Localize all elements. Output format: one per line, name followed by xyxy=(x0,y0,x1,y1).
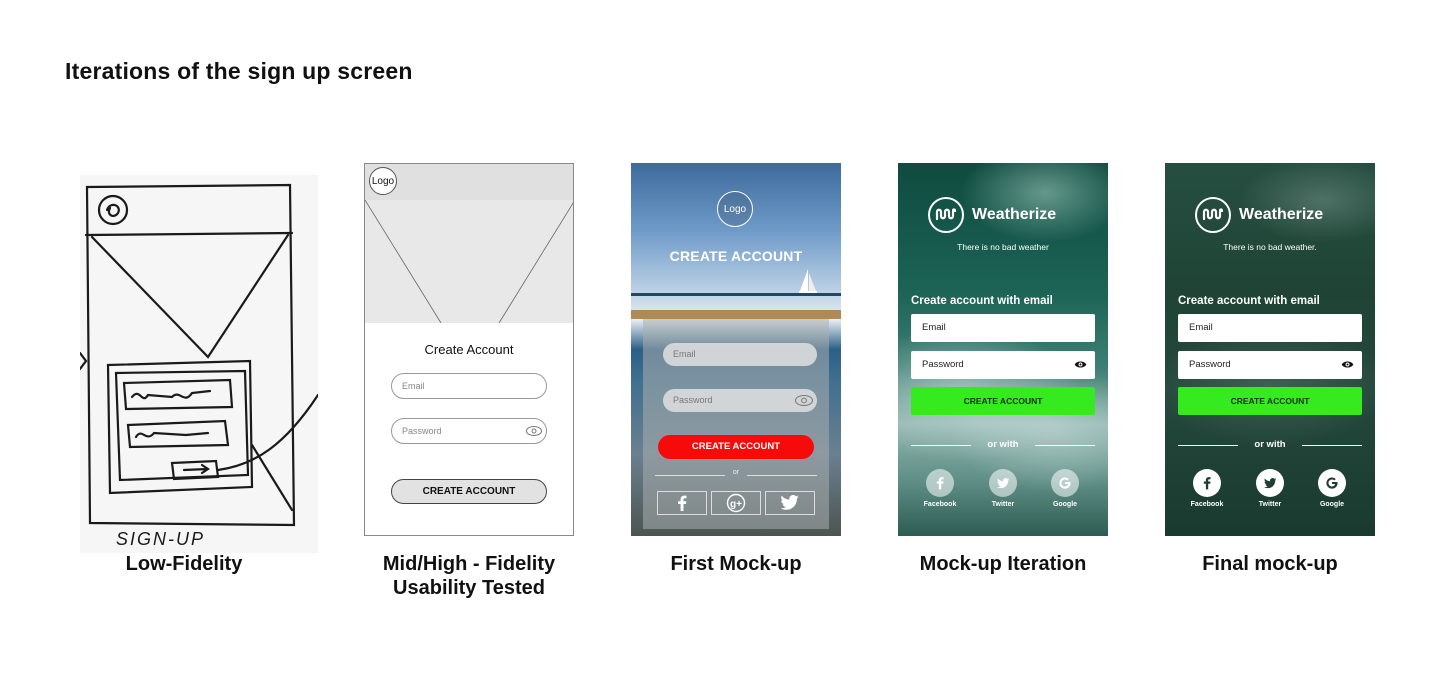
google-label: Google xyxy=(1052,501,1078,508)
caption-iteration: Mock-up Iteration xyxy=(919,553,1087,575)
brand-name: Weatherize xyxy=(972,206,1057,223)
signup-heading: Create account with email xyxy=(911,295,1053,307)
brand-name: Weatherize xyxy=(1239,206,1324,223)
password-field[interactable]: Password xyxy=(911,351,1095,379)
google-plus-icon: g+ xyxy=(726,493,746,513)
image-placeholder xyxy=(365,199,573,324)
password-placeholder: Password xyxy=(1189,359,1231,370)
sailboat-icon xyxy=(799,269,817,293)
divider-left xyxy=(655,475,725,476)
twitter-label: Twitter xyxy=(991,501,1015,508)
facebook-label: Facebook xyxy=(923,501,957,508)
facebook-label: Facebook xyxy=(1190,501,1224,508)
password-field[interactable]: Password xyxy=(391,418,547,444)
divider-right xyxy=(1035,445,1095,446)
facebook-button[interactable] xyxy=(657,491,707,515)
svg-text:g+: g+ xyxy=(730,499,742,510)
iteration-mockup: Weatherize There is no bad weather Creat… xyxy=(898,163,1108,536)
twitter-icon xyxy=(996,477,1009,488)
eye-icon[interactable] xyxy=(795,395,813,406)
signup-heading: Create account with email xyxy=(1178,295,1320,307)
lowfi-sketch-drawing: SIGN-UP xyxy=(80,175,318,553)
wave-logo-icon xyxy=(1202,208,1224,221)
tagline: There is no bad weather xyxy=(957,242,1049,252)
password-placeholder: Password xyxy=(402,426,442,436)
google-icon xyxy=(1059,477,1071,489)
divider-right xyxy=(747,475,817,476)
create-account-button[interactable]: CREATE ACCOUNT xyxy=(911,387,1095,415)
first-mockup: Logo CREATE ACCOUNT Email Password CREAT… xyxy=(631,163,841,536)
create-account-heading: CREATE ACCOUNT xyxy=(669,248,803,264)
create-account-button[interactable]: CREATE ACCOUNT xyxy=(658,435,814,459)
twitter-button[interactable] xyxy=(765,491,815,515)
password-placeholder: Password xyxy=(922,359,964,370)
google-button[interactable] xyxy=(1318,469,1346,497)
sketch-label: SIGN-UP xyxy=(116,529,205,549)
caption-final: Final mock-up xyxy=(1202,553,1338,575)
email-field[interactable]: Email xyxy=(911,314,1095,342)
facebook-icon xyxy=(936,477,944,490)
facebook-button[interactable] xyxy=(926,469,954,497)
divider-right xyxy=(1302,445,1362,446)
page-title: Iterations of the sign up screen xyxy=(65,58,413,84)
password-field[interactable]: Password xyxy=(663,389,817,412)
eye-icon[interactable] xyxy=(1341,360,1354,369)
facebook-icon xyxy=(1203,477,1211,490)
google-label: Google xyxy=(1319,501,1345,508)
twitter-button[interactable] xyxy=(989,469,1017,497)
tagline: There is no bad weather. xyxy=(1223,242,1317,252)
caption-midfi-line1: Mid/High - Fidelity xyxy=(382,553,556,575)
create-account-heading: Create Account xyxy=(424,342,514,357)
password-field[interactable]: Password xyxy=(1178,351,1362,379)
create-account-button[interactable]: CREATE ACCOUNT xyxy=(1178,387,1362,415)
email-field[interactable]: Email xyxy=(1178,314,1362,342)
google-icon xyxy=(1326,477,1338,489)
caption-first: First Mock-up xyxy=(670,553,802,575)
caption-midfi-line2: Usability Tested xyxy=(393,577,545,599)
twitter-icon xyxy=(780,495,799,510)
caption-lowfi: Low-Fidelity xyxy=(125,553,243,575)
eye-icon[interactable] xyxy=(1074,360,1087,369)
password-placeholder: Password xyxy=(673,395,713,405)
email-field[interactable]: Email xyxy=(391,373,547,399)
google-plus-button[interactable]: g+ xyxy=(711,491,761,515)
eye-icon[interactable] xyxy=(526,426,542,436)
lowfi-sketch: SIGN-UP xyxy=(80,175,318,553)
twitter-button[interactable] xyxy=(1256,469,1284,497)
facebook-icon xyxy=(678,495,687,511)
final-mockup: Weatherize There is no bad weather. Crea… xyxy=(1165,163,1375,536)
weatherize-logo-icon xyxy=(928,197,964,233)
image-placeholder-cross xyxy=(365,199,573,324)
google-button[interactable] xyxy=(1051,469,1079,497)
or-label: or xyxy=(732,469,740,476)
logo-placeholder: Logo xyxy=(717,191,753,227)
pier xyxy=(631,310,841,319)
email-field[interactable]: Email xyxy=(663,343,817,366)
twitter-label: Twitter xyxy=(1258,501,1282,508)
weatherize-logo-icon xyxy=(1195,197,1231,233)
facebook-button[interactable] xyxy=(1193,469,1221,497)
create-account-button[interactable]: CREATE ACCOUNT xyxy=(391,479,547,504)
midfi-wireframe: Logo Create Account Email Password CREAT… xyxy=(364,163,574,536)
wave-logo-icon xyxy=(935,208,957,221)
logo-placeholder: Logo xyxy=(369,167,397,195)
twitter-icon xyxy=(1263,477,1276,488)
caption-midfi: Mid/High - Fidelity Usability Tested xyxy=(349,552,589,600)
